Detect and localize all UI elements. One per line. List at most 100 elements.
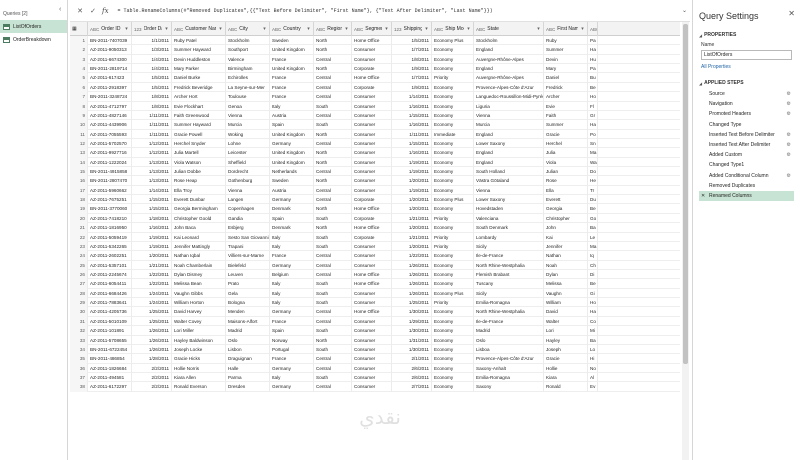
table-cell[interactable]: John Baca <box>172 223 226 233</box>
table-cell[interactable]: 2/6/2011 <box>392 363 432 373</box>
table-cell[interactable]: Economy <box>432 382 474 392</box>
table-cell[interactable]: 1/11/2011 <box>132 120 172 130</box>
table-cell[interactable]: AZ-2011-5357101 <box>88 260 132 270</box>
table-cell[interactable]: Home Office <box>352 279 392 289</box>
table-cell[interactable]: AZ-2011-7883641 <box>88 298 132 308</box>
table-cell[interactable]: Economy <box>432 176 474 186</box>
table-cell[interactable]: Emilia-Romagna <box>474 372 544 383</box>
table-cell[interactable]: Germany <box>270 195 314 205</box>
table-cell[interactable]: Be <box>588 204 598 214</box>
table-cell[interactable]: 1/26/2011 <box>392 288 432 299</box>
table-cell[interactable]: Economy <box>432 110 474 121</box>
table-cell[interactable]: Ha <box>588 120 598 130</box>
table-cell[interactable]: Jennifer Mattingly <box>172 241 226 252</box>
table-cell[interactable]: Consumer <box>352 54 392 65</box>
table-cell[interactable]: South <box>314 344 352 355</box>
table-cell[interactable]: Summer Hayward <box>172 120 226 130</box>
table-cell[interactable]: 2/7/2011 <box>392 382 432 392</box>
table-cell[interactable]: 1/14/2011 <box>392 92 432 102</box>
table-cell[interactable]: 1/30/2011 <box>392 326 432 336</box>
table-cell[interactable]: Stockholm <box>474 36 544 46</box>
table-cell[interactable]: Ho <box>588 92 598 102</box>
table-cell[interactable]: 1/16/2011 <box>132 223 172 233</box>
table-cell[interactable]: 1/19/2011 <box>392 157 432 168</box>
check-icon[interactable]: ✓ <box>89 7 97 15</box>
table-cell[interactable]: Priority <box>432 241 474 252</box>
table-cell[interactable]: AZ-2011-6172297 <box>88 382 132 392</box>
table-cell[interactable]: Melissa Bean <box>172 279 226 289</box>
close-icon[interactable]: ✕ <box>788 9 795 18</box>
table-cell[interactable]: Hollie Norris <box>172 363 226 373</box>
table-cell[interactable]: Rose Heap <box>172 176 226 186</box>
table-cell[interactable]: David Harvey <box>172 307 226 317</box>
table-cell[interactable]: AZ-2011-9050313 <box>88 45 132 55</box>
table-cell[interactable]: Corporate <box>352 64 392 74</box>
column-type-icon[interactable]: ABC <box>476 27 485 32</box>
table-cell[interactable]: AZ-2011-6054411 <box>88 279 132 289</box>
table-cell[interactable]: Evie <box>544 101 588 111</box>
table-cell[interactable]: Everett <box>544 195 588 205</box>
table-cell[interactable]: Kai Leonard <box>172 232 226 242</box>
table-cell[interactable]: 1/4/2011 <box>132 64 172 74</box>
table-cell[interactable]: Lisbon <box>226 344 270 355</box>
column-type-icon[interactable]: ABC <box>272 27 281 32</box>
table-cell[interactable]: Bu <box>588 73 598 83</box>
table-cell[interactable]: Genoa <box>226 101 270 111</box>
table-cell[interactable]: Consumer <box>352 45 392 55</box>
table-cell[interactable]: Hu <box>588 54 598 65</box>
table-cell[interactable]: Julian Dobbe <box>172 167 226 177</box>
table-cell[interactable]: North <box>314 223 352 233</box>
table-cell[interactable]: Murcia <box>474 120 544 130</box>
table-cell[interactable]: 1/8/2011 <box>132 101 172 111</box>
table-cell[interactable]: Central <box>314 138 352 149</box>
table-cell[interactable]: North <box>314 176 352 186</box>
table-cell[interactable]: Ma <box>588 241 598 252</box>
table-cell[interactable]: England <box>474 45 544 55</box>
table-cell[interactable]: Ev <box>588 382 598 392</box>
table-cell[interactable]: Viola Watson <box>172 157 226 168</box>
table-cell[interactable]: Saxony-Anhalt <box>474 363 544 373</box>
gear-icon[interactable]: ⚙ <box>787 101 791 107</box>
table-cell[interactable]: AZ-2011-6684426 <box>88 288 132 299</box>
table-cell[interactable]: 1/26/2011 <box>392 279 432 289</box>
table-cell[interactable]: France <box>270 354 314 364</box>
table-cell[interactable]: Corporate <box>352 232 392 242</box>
table-cell[interactable]: Central <box>314 363 352 373</box>
table-cell[interactable]: 1/22/2011 <box>132 279 172 289</box>
table-cell[interactable]: Economy <box>432 120 474 130</box>
table-cell[interactable]: BN-2011-4915858 <box>88 167 132 177</box>
table-cell[interactable]: AZ-2011-4827146 <box>88 110 132 121</box>
table-cell[interactable]: Central <box>314 195 352 205</box>
table-cell[interactable]: Belgium <box>270 269 314 280</box>
table-cell[interactable]: 1/15/2011 <box>132 204 172 214</box>
table-cell[interactable]: Italy <box>270 298 314 308</box>
table-cell[interactable]: David <box>544 307 588 317</box>
gear-icon[interactable]: ⚙ <box>787 132 791 138</box>
table-cell[interactable]: Gela <box>226 288 270 299</box>
column-type-icon[interactable]: ABC <box>546 27 555 32</box>
table-cell[interactable]: Mary Parker <box>172 64 226 74</box>
table-cell[interactable]: 1/15/2011 <box>132 195 172 205</box>
table-cell[interactable]: Vienna <box>474 185 544 196</box>
table-cell[interactable]: Economy <box>432 279 474 289</box>
table-cell[interactable]: Italy <box>270 372 314 383</box>
table-cell[interactable]: France <box>270 251 314 261</box>
table-cell[interactable]: Västra Götaland <box>474 176 544 186</box>
table-cell[interactable]: Go <box>588 213 598 224</box>
table-cell[interactable]: Gracie <box>544 129 588 139</box>
table-cell[interactable]: 1/19/2011 <box>392 167 432 177</box>
table-cell[interactable]: France <box>270 82 314 93</box>
table-cell[interactable]: Ch <box>588 260 598 270</box>
table-cell[interactable]: Summer <box>544 120 588 130</box>
table-cell[interactable]: 1/11/2011 <box>132 110 172 121</box>
table-cell[interactable]: Central <box>314 260 352 270</box>
table-cell[interactable]: Consumer <box>352 120 392 130</box>
table-cell[interactable]: North <box>314 45 352 55</box>
table-cell[interactable]: Central <box>314 73 352 83</box>
table-cell[interactable]: Hayley Baldwinson <box>172 335 226 345</box>
table-cell[interactable]: 1/25/2011 <box>132 316 172 327</box>
table-cell[interactable]: Vaughn Gibbs <box>172 288 226 299</box>
table-cell[interactable]: Lo <box>588 344 598 355</box>
table-cell[interactable]: Du <box>588 195 598 205</box>
table-cell[interactable]: 1/26/2011 <box>392 260 432 270</box>
